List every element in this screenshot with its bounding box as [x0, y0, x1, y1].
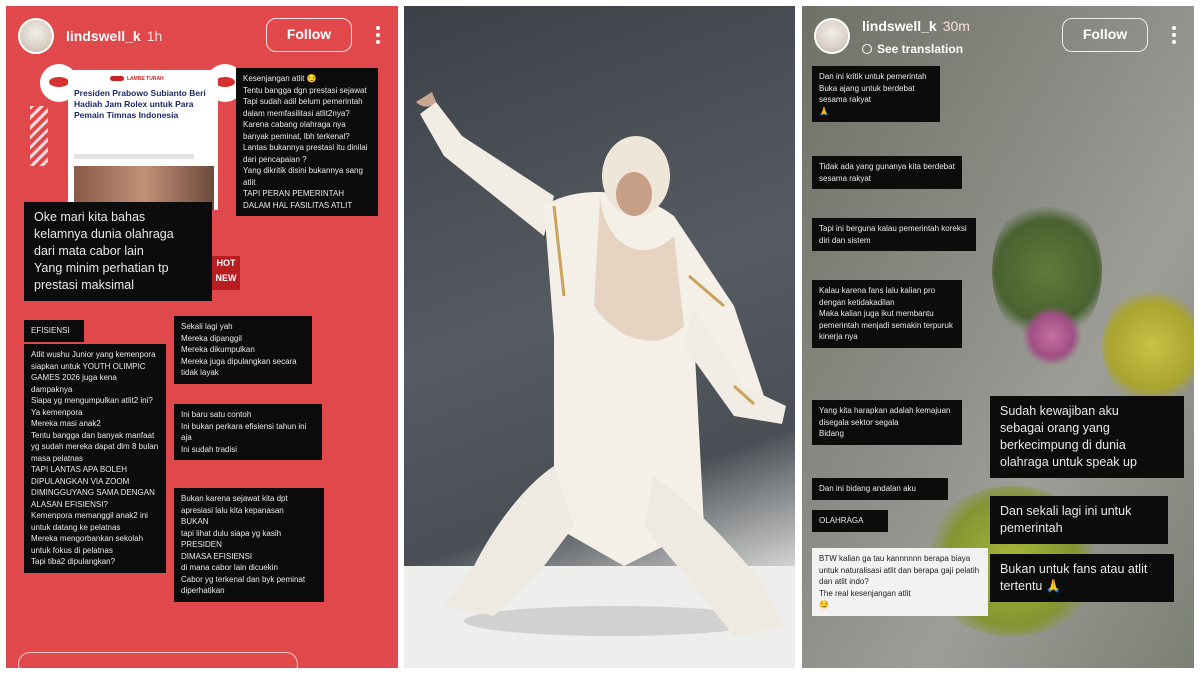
note-kesenjangan: Kesenjangan atlit 😏 Tentu bangga dgn pre… [236, 68, 378, 216]
wushu-athlete-figure [416, 92, 786, 636]
decorative-stripes [30, 106, 48, 166]
username-line: lindswell_k 1h [66, 28, 162, 44]
news-brand: LAMBE TURAH [110, 76, 164, 82]
post-time-right: 30m [942, 18, 970, 34]
note-sekali: Sekali lagi yah Mereka dipanggil Mereka … [174, 316, 312, 384]
reply-input[interactable] [18, 652, 298, 668]
note-efisiensi-label: EFISIENSI [24, 320, 84, 342]
note-fans: Kalau karena fans lalu kalian pro dengan… [812, 280, 962, 348]
story-left-panel: LAMBE TURAH Presiden Prabowo Subianto Be… [6, 6, 398, 668]
note-btw: BTW kalian ga tau kannnnnn berapa biaya … [812, 548, 988, 616]
follow-button[interactable]: Follow [266, 18, 352, 52]
note-bidang: Dan ini bidang andalan aku [812, 478, 948, 500]
note-olahraga: OLAHRAGA [812, 510, 888, 532]
username-line-right: lindswell_k 30m [862, 18, 970, 34]
hot-news-badge: HOT NEW [212, 256, 240, 290]
globe-icon [862, 44, 872, 54]
note-kewajiban: Sudah kewajiban aku sebagai orang yang b… [990, 396, 1184, 478]
see-translation-link[interactable]: See translation [862, 42, 963, 56]
note-contoh: Ini baru satu contoh Ini bukan perkara e… [174, 404, 322, 460]
flower-cluster [1022, 306, 1082, 366]
post-time: 1h [146, 28, 163, 44]
note-kritik: Dan ini kritik untuk pemerintah Buka aja… [812, 66, 940, 122]
note-pemerintah: Dan sekali lagi ini untuk pemerintah [990, 496, 1168, 544]
note-bukan: Bukan karena sejawat kita dpt apresiasi … [174, 488, 324, 602]
fern-leaves [1102, 286, 1194, 406]
story-header-right: lindswell_k 30m See translation Follow [802, 6, 1194, 66]
avatar[interactable] [18, 18, 54, 54]
note-tidak-ada: Tidak ada yang gunanya kita berdebat ses… [812, 156, 962, 189]
news-screenshot-card: LAMBE TURAH Presiden Prabowo Subianto Be… [68, 70, 218, 210]
note-berguna: Tapi ini berguna kalau pemerintah koreks… [812, 218, 976, 251]
athlete-photo-panel [404, 6, 795, 668]
more-options-icon-right[interactable] [1172, 26, 1176, 46]
story-header: lindswell_k 1h Follow [6, 6, 398, 66]
follow-button-right[interactable]: Follow [1062, 18, 1148, 52]
news-meta-line [74, 154, 194, 159]
username[interactable]: lindswell_k [66, 28, 141, 44]
note-wushu: Atlit wushu Junior yang kemenpora siapka… [24, 344, 166, 573]
more-options-icon[interactable] [376, 26, 380, 46]
username-right[interactable]: lindswell_k [862, 18, 937, 34]
story-right-panel: lindswell_k 30m See translation Follow Da… [802, 6, 1194, 668]
avatar-right[interactable] [814, 18, 850, 54]
note-harapan: Yang kita harapkan adalah kemajuan diseg… [812, 400, 962, 445]
note-headline: Oke mari kita bahas kelamnya dunia olahr… [24, 202, 212, 301]
news-title: Presiden Prabowo Subianto Beri Hadiah Ja… [74, 88, 206, 120]
note-bukan-fans: Bukan untuk fans atau atlit tertentu 🙏 [990, 554, 1174, 602]
